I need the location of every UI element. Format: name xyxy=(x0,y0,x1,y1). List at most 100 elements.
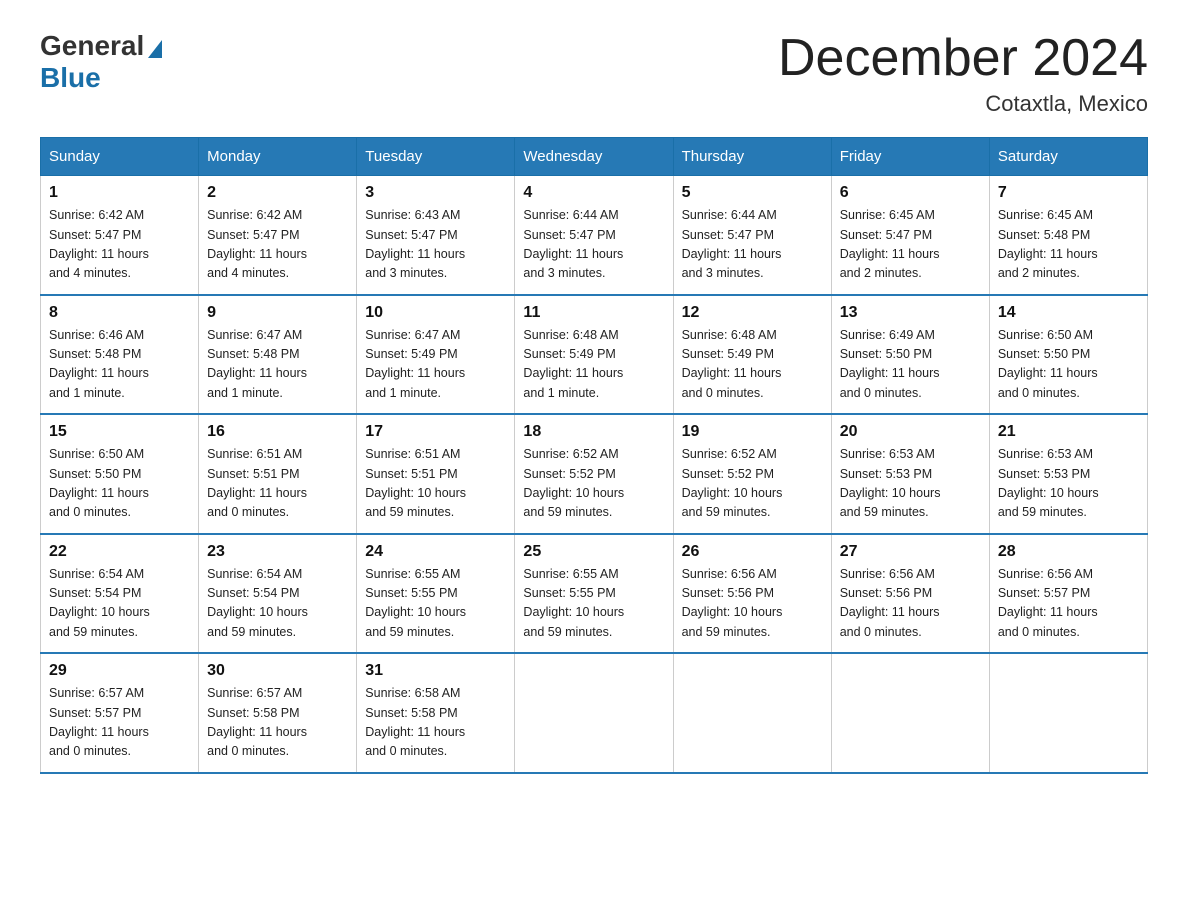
logo-blue-text: Blue xyxy=(40,62,101,94)
title-section: December 2024 Cotaxtla, Mexico xyxy=(778,30,1148,117)
day-info: Sunrise: 6:43 AM Sunset: 5:47 PM Dayligh… xyxy=(365,206,506,284)
calendar-week-1: 1 Sunrise: 6:42 AM Sunset: 5:47 PM Daylig… xyxy=(41,176,1148,295)
calendar-cell: 17 Sunrise: 6:51 AM Sunset: 5:51 PM Dayli… xyxy=(357,414,515,534)
day-info: Sunrise: 6:48 AM Sunset: 5:49 PM Dayligh… xyxy=(523,326,664,404)
day-number: 8 xyxy=(49,304,190,322)
day-info: Sunrise: 6:42 AM Sunset: 5:47 PM Dayligh… xyxy=(207,206,348,284)
day-info: Sunrise: 6:56 AM Sunset: 5:56 PM Dayligh… xyxy=(682,565,823,643)
day-info: Sunrise: 6:48 AM Sunset: 5:49 PM Dayligh… xyxy=(682,326,823,404)
logo: General Blue xyxy=(40,30,162,94)
calendar-cell: 5 Sunrise: 6:44 AM Sunset: 5:47 PM Daylig… xyxy=(673,176,831,295)
calendar-cell xyxy=(989,653,1147,773)
day-info: Sunrise: 6:52 AM Sunset: 5:52 PM Dayligh… xyxy=(523,445,664,523)
day-number: 1 xyxy=(49,184,190,202)
day-info: Sunrise: 6:47 AM Sunset: 5:49 PM Dayligh… xyxy=(365,326,506,404)
day-number: 4 xyxy=(523,184,664,202)
day-number: 22 xyxy=(49,543,190,561)
day-info: Sunrise: 6:52 AM Sunset: 5:52 PM Dayligh… xyxy=(682,445,823,523)
calendar-cell: 21Sunrise: 6:53 AM Sunset: 5:53 PM Dayli… xyxy=(989,414,1147,534)
calendar-cell: 10 Sunrise: 6:47 AM Sunset: 5:49 PM Dayli… xyxy=(357,295,515,415)
day-info: Sunrise: 6:57 AM Sunset: 5:58 PM Dayligh… xyxy=(207,684,348,762)
day-info: Sunrise: 6:53 AM Sunset: 5:53 PM Dayligh… xyxy=(840,445,981,523)
day-number: 23 xyxy=(207,543,348,561)
day-info: Sunrise: 6:56 AM Sunset: 5:56 PM Dayligh… xyxy=(840,565,981,643)
day-number: 19 xyxy=(682,423,823,441)
calendar-cell: 29 Sunrise: 6:57 AM Sunset: 5:57 PM Dayli… xyxy=(41,653,199,773)
day-number: 29 xyxy=(49,662,190,680)
day-info: Sunrise: 6:54 AM Sunset: 5:54 PM Dayligh… xyxy=(207,565,348,643)
calendar-cell: 26Sunrise: 6:56 AM Sunset: 5:56 PM Dayli… xyxy=(673,534,831,654)
header-cell-saturday: Saturday xyxy=(989,138,1147,176)
page-header: General Blue December 2024 Cotaxtla, Mex… xyxy=(40,30,1148,117)
header-cell-wednesday: Wednesday xyxy=(515,138,673,176)
day-number: 20 xyxy=(840,423,981,441)
day-number: 14 xyxy=(998,304,1139,322)
calendar-cell: 6 Sunrise: 6:45 AM Sunset: 5:47 PM Daylig… xyxy=(831,176,989,295)
calendar-cell: 3 Sunrise: 6:43 AM Sunset: 5:47 PM Daylig… xyxy=(357,176,515,295)
calendar-cell: 27 Sunrise: 6:56 AM Sunset: 5:56 PM Dayli… xyxy=(831,534,989,654)
day-info: Sunrise: 6:46 AM Sunset: 5:48 PM Dayligh… xyxy=(49,326,190,404)
calendar-cell: 15 Sunrise: 6:50 AM Sunset: 5:50 PM Dayli… xyxy=(41,414,199,534)
month-title: December 2024 xyxy=(778,30,1148,87)
calendar-header: SundayMondayTuesdayWednesdayThursdayFrid… xyxy=(41,138,1148,176)
calendar-cell: 16Sunrise: 6:51 AM Sunset: 5:51 PM Dayli… xyxy=(199,414,357,534)
header-cell-monday: Monday xyxy=(199,138,357,176)
day-number: 15 xyxy=(49,423,190,441)
calendar-cell: 28 Sunrise: 6:56 AM Sunset: 5:57 PM Dayli… xyxy=(989,534,1147,654)
day-number: 9 xyxy=(207,304,348,322)
day-info: Sunrise: 6:55 AM Sunset: 5:55 PM Dayligh… xyxy=(365,565,506,643)
calendar-cell: 23 Sunrise: 6:54 AM Sunset: 5:54 PM Dayli… xyxy=(199,534,357,654)
day-info: Sunrise: 6:51 AM Sunset: 5:51 PM Dayligh… xyxy=(365,445,506,523)
location-title: Cotaxtla, Mexico xyxy=(778,91,1148,117)
header-cell-tuesday: Tuesday xyxy=(357,138,515,176)
calendar-cell: 22Sunrise: 6:54 AM Sunset: 5:54 PM Dayli… xyxy=(41,534,199,654)
day-info: Sunrise: 6:56 AM Sunset: 5:57 PM Dayligh… xyxy=(998,565,1139,643)
calendar-cell xyxy=(673,653,831,773)
day-info: Sunrise: 6:55 AM Sunset: 5:55 PM Dayligh… xyxy=(523,565,664,643)
day-number: 3 xyxy=(365,184,506,202)
day-info: Sunrise: 6:50 AM Sunset: 5:50 PM Dayligh… xyxy=(998,326,1139,404)
day-info: Sunrise: 6:45 AM Sunset: 5:48 PM Dayligh… xyxy=(998,206,1139,284)
day-info: Sunrise: 6:51 AM Sunset: 5:51 PM Dayligh… xyxy=(207,445,348,523)
day-info: Sunrise: 6:47 AM Sunset: 5:48 PM Dayligh… xyxy=(207,326,348,404)
calendar-cell: 2 Sunrise: 6:42 AM Sunset: 5:47 PM Daylig… xyxy=(199,176,357,295)
header-cell-friday: Friday xyxy=(831,138,989,176)
day-number: 21 xyxy=(998,423,1139,441)
calendar-week-4: 22 Sunrise: 6:54 AM Sunset: 5:54 PM Dayli… xyxy=(41,534,1148,654)
calendar-week-3: 15 Sunrise: 6:50 AM Sunset: 5:50 PM Dayli… xyxy=(41,414,1148,534)
calendar-cell: 14 Sunrise: 6:50 AM Sunset: 5:50 PM Dayli… xyxy=(989,295,1147,415)
day-number: 6 xyxy=(840,184,981,202)
calendar-cell: 13Sunrise: 6:49 AM Sunset: 5:50 PM Dayli… xyxy=(831,295,989,415)
day-number: 13 xyxy=(840,304,981,322)
day-number: 18 xyxy=(523,423,664,441)
day-number: 11 xyxy=(523,304,664,322)
day-number: 30 xyxy=(207,662,348,680)
day-number: 28 xyxy=(998,543,1139,561)
calendar-table: SundayMondayTuesdayWednesdayThursdayFrid… xyxy=(40,137,1148,774)
day-info: Sunrise: 6:50 AM Sunset: 5:50 PM Dayligh… xyxy=(49,445,190,523)
day-number: 7 xyxy=(998,184,1139,202)
day-number: 24 xyxy=(365,543,506,561)
day-info: Sunrise: 6:45 AM Sunset: 5:47 PM Dayligh… xyxy=(840,206,981,284)
day-number: 27 xyxy=(840,543,981,561)
day-number: 25 xyxy=(523,543,664,561)
day-number: 10 xyxy=(365,304,506,322)
day-number: 17 xyxy=(365,423,506,441)
day-number: 5 xyxy=(682,184,823,202)
logo-general-text: General xyxy=(40,30,144,62)
day-info: Sunrise: 6:57 AM Sunset: 5:57 PM Dayligh… xyxy=(49,684,190,762)
calendar-cell: 7 Sunrise: 6:45 AM Sunset: 5:48 PM Daylig… xyxy=(989,176,1147,295)
day-number: 12 xyxy=(682,304,823,322)
day-info: Sunrise: 6:44 AM Sunset: 5:47 PM Dayligh… xyxy=(682,206,823,284)
calendar-cell: 4Sunrise: 6:44 AM Sunset: 5:47 PM Daylig… xyxy=(515,176,673,295)
calendar-cell: 19 Sunrise: 6:52 AM Sunset: 5:52 PM Dayli… xyxy=(673,414,831,534)
calendar-cell: 24 Sunrise: 6:55 AM Sunset: 5:55 PM Dayli… xyxy=(357,534,515,654)
calendar-cell: 12 Sunrise: 6:48 AM Sunset: 5:49 PM Dayli… xyxy=(673,295,831,415)
day-number: 31 xyxy=(365,662,506,680)
calendar-cell: 11 Sunrise: 6:48 AM Sunset: 5:49 PM Dayli… xyxy=(515,295,673,415)
calendar-cell: 18 Sunrise: 6:52 AM Sunset: 5:52 PM Dayli… xyxy=(515,414,673,534)
calendar-cell: 9 Sunrise: 6:47 AM Sunset: 5:48 PM Daylig… xyxy=(199,295,357,415)
calendar-cell xyxy=(515,653,673,773)
day-number: 2 xyxy=(207,184,348,202)
calendar-cell xyxy=(831,653,989,773)
